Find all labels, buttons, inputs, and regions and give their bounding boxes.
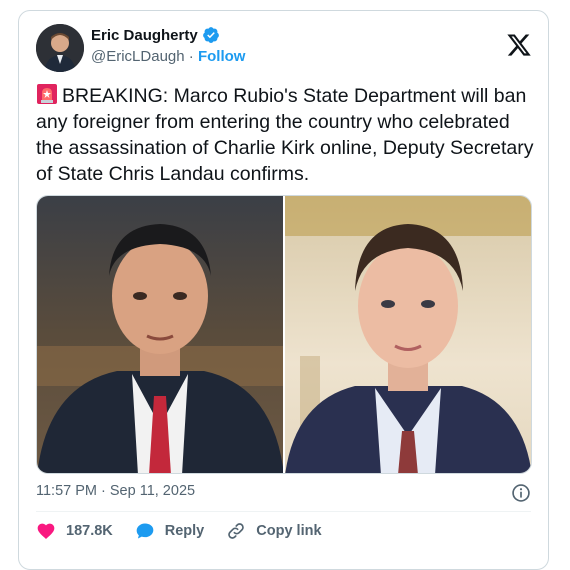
handle-separator: · — [184, 48, 198, 65]
tweet-text: BREAKING: Marco Rubio's State Department… — [36, 83, 536, 187]
like-count: 187.8K — [66, 523, 113, 539]
tweet-body: BREAKING: Marco Rubio's State Department… — [36, 85, 534, 185]
tweet-actions: 187.8K Reply Copy link — [36, 521, 344, 541]
reply-bubble-icon — [136, 523, 154, 539]
media-photo-2[interactable] — [285, 196, 531, 473]
like-button[interactable]: 187.8K — [36, 521, 113, 541]
heart-icon — [37, 523, 55, 539]
tweet-header: Eric Daugherty @EricLDaugh · Follow — [36, 24, 532, 76]
reply-button[interactable]: Reply — [135, 521, 205, 541]
police-siren-icon — [37, 84, 57, 104]
author-handle-line: @EricLDaugh · Follow — [91, 48, 245, 65]
tweet-card: Eric Daugherty @EricLDaugh · Follow BREA… — [18, 10, 549, 570]
author-name-line: Eric Daugherty — [91, 26, 220, 44]
tweet-media — [36, 195, 532, 474]
author-name[interactable]: Eric Daugherty — [91, 27, 198, 44]
tweet-timestamp[interactable]: 11:57 PM · Sep 11, 2025 — [36, 483, 195, 499]
reply-label: Reply — [164, 523, 205, 539]
author-handle[interactable]: @EricLDaugh — [91, 48, 185, 65]
verified-badge-icon — [202, 27, 219, 43]
copy-link-label: Copy link — [256, 523, 322, 539]
x-logo-icon[interactable] — [506, 32, 532, 58]
author-avatar[interactable] — [36, 24, 84, 72]
follow-button[interactable]: Follow — [198, 48, 246, 65]
divider — [36, 511, 531, 512]
media-photo-1[interactable] — [37, 196, 283, 473]
copy-link-button[interactable]: Copy link — [226, 521, 322, 541]
link-icon — [228, 523, 245, 539]
info-icon[interactable] — [511, 483, 531, 503]
